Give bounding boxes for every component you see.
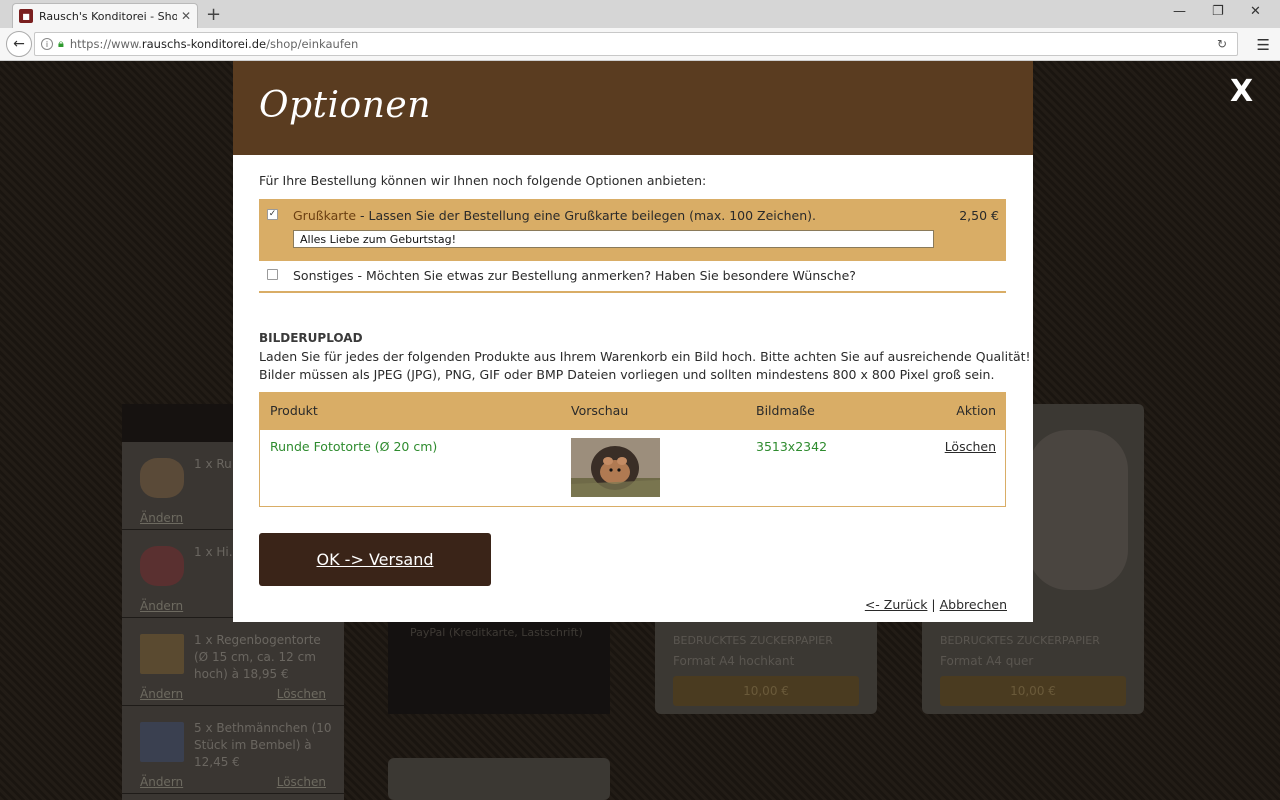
lock-icon: 🔒︎ — [58, 37, 64, 50]
back-arrow-icon[interactable]: ← — [6, 31, 32, 57]
greeting-card-text-field[interactable] — [293, 230, 934, 248]
modal-header: Optionen — [233, 61, 1033, 155]
table-header: Produkt Vorschau Bildmaße Aktion — [260, 393, 1005, 430]
upload-instructions: Laden Sie für jedes der folgenden Produk… — [259, 349, 1031, 364]
modal-title: Optionen — [259, 85, 431, 126]
divider — [259, 291, 1006, 293]
link-separator: | — [927, 597, 940, 612]
column-header-action: Aktion — [956, 403, 996, 418]
misc-checkbox[interactable] — [267, 269, 278, 280]
address-bar[interactable]: i 🔒︎ https://www. rauschs-konditorei.de/s… — [34, 32, 1238, 56]
tab-title: Rausch's Konditorei - Sho... — [39, 9, 177, 23]
nav-bar: ← i 🔒︎ https://www. rauschs-konditorei.de… — [0, 28, 1280, 61]
payment-text: PayPal (Kreditkarte, Lastschrift) — [410, 626, 583, 639]
product-image — [1028, 430, 1128, 590]
cart-item: 1 x Regenbogentorte (Ø 15 cm, ca. 12 cm … — [122, 618, 344, 706]
window-close-icon[interactable]: ✕ — [1250, 4, 1261, 19]
hamster-photo — [571, 438, 660, 497]
options-modal: Optionen Für Ihre Bestellung können wir … — [233, 61, 1033, 622]
upload-title: BILDERUPLOAD — [259, 331, 363, 345]
cancel-link[interactable]: Abbrechen — [940, 597, 1007, 612]
intro-text: Für Ihre Bestellung können wir Ihnen noc… — [259, 173, 707, 188]
cart-item-text: 5 x Bethmännchen (10 Stück im Bembel) à … — [194, 721, 332, 769]
info-icon[interactable]: i — [41, 38, 53, 50]
column-header-preview: Vorschau — [571, 403, 629, 418]
product-name: Runde Fototorte (Ø 20 cm) — [270, 439, 438, 454]
upload-requirements: Bilder müssen als JPEG (JPG), PNG, GIF o… — [259, 367, 995, 382]
favicon-icon: ■ — [19, 9, 33, 23]
card-caption: BEDRUCKTES ZUCKERPAPIER — [673, 634, 833, 647]
minimize-icon[interactable]: — — [1173, 4, 1186, 19]
image-dimensions: 3513x2342 — [756, 439, 828, 454]
product-thumbnail — [140, 546, 184, 586]
url-domain: rauschs-konditorei.de — [141, 37, 267, 51]
menu-icon[interactable]: ☰ — [1257, 36, 1270, 54]
column-header-product: Produkt — [270, 403, 318, 418]
url-prefix: https://www. — [69, 37, 142, 51]
product-thumbnail — [140, 634, 184, 674]
edit-link[interactable]: Ändern — [140, 599, 183, 613]
ok-shipping-button[interactable]: OK -> Versand — [259, 533, 491, 586]
preview-image — [571, 438, 660, 497]
back-link[interactable]: <- Zurück — [865, 597, 928, 612]
misc-label: Sonstiges - Möchten Sie etwas zur Bestel… — [293, 268, 856, 283]
tab-close-icon[interactable]: ✕ — [181, 9, 191, 23]
option-greeting-card: ✓ Grußkarte - Lassen Sie der Bestellung … — [259, 199, 1006, 261]
new-tab-icon[interactable]: + — [206, 4, 221, 25]
cart-price: 10,00 € — [743, 684, 789, 698]
column-header-dimensions: Bildmaße — [756, 403, 815, 418]
option-name: Sonstiges — [293, 268, 354, 283]
reload-icon[interactable]: ↻ — [1217, 37, 1227, 51]
delete-link[interactable]: Löschen — [277, 687, 326, 701]
delete-link[interactable]: Löschen — [277, 775, 326, 789]
upload-table: Produkt Vorschau Bildmaße Aktion Runde F… — [259, 392, 1006, 507]
product-thumbnail — [140, 458, 184, 498]
tab-bar: ■ Rausch's Konditorei - Sho... ✕ + — ❐ ✕ — [0, 0, 1280, 28]
greeting-card-price: 2,50 € — [959, 208, 999, 223]
option-desc: - Lassen Sie der Bestellung eine Grußkar… — [356, 208, 817, 223]
url-path: /shop/einkaufen — [266, 37, 359, 51]
footer-links: <- Zurück | Abbrechen — [865, 597, 1007, 612]
cart-price: 10,00 € — [1010, 684, 1056, 698]
card-caption: BEDRUCKTES ZUCKERPAPIER — [940, 634, 1100, 647]
greeting-card-checkbox[interactable]: ✓ — [267, 209, 278, 220]
product-thumbnail — [140, 722, 184, 762]
add-to-cart-button[interactable]: 10,00 € — [940, 676, 1126, 706]
payment-box: PayPal (Kreditkarte, Lastschrift) — [388, 610, 610, 714]
product-card — [388, 758, 610, 800]
greeting-card-label: Grußkarte - Lassen Sie der Bestellung ei… — [293, 208, 816, 223]
cart-item: 5 x Bethmännchen (10 Stück im Bembel) à … — [122, 706, 344, 794]
option-desc: - Möchten Sie etwas zur Bestellung anmer… — [353, 268, 856, 283]
delete-image-link[interactable]: Löschen — [945, 439, 996, 454]
restore-icon[interactable]: ❐ — [1212, 4, 1224, 19]
card-format: Format A4 quer — [940, 654, 1034, 668]
option-name: Grußkarte — [293, 208, 357, 223]
table-row: Runde Fototorte (Ø 20 cm) 3513x2342 Lösc… — [260, 430, 1005, 506]
close-modal-icon[interactable]: X — [1230, 74, 1253, 109]
edit-link[interactable]: Ändern — [140, 775, 183, 789]
browser-tab[interactable]: ■ Rausch's Konditorei - Sho... ✕ — [12, 3, 198, 28]
cart-item-text: 1 x Regenbogentorte (Ø 15 cm, ca. 12 cm … — [194, 633, 321, 681]
add-to-cart-button[interactable]: 10,00 € — [673, 676, 859, 706]
card-format: Format A4 hochkant — [673, 654, 795, 668]
edit-link[interactable]: Ändern — [140, 687, 183, 701]
edit-link[interactable]: Ändern — [140, 511, 183, 525]
